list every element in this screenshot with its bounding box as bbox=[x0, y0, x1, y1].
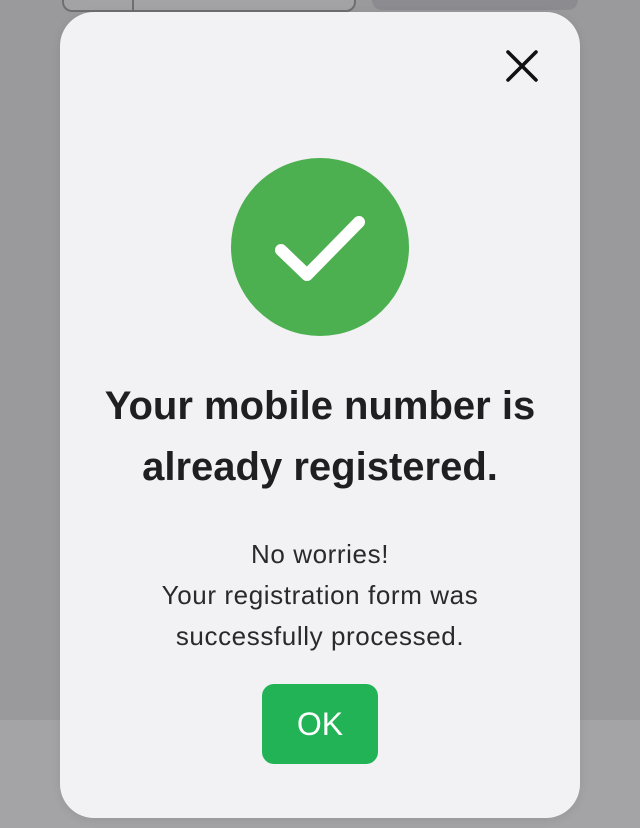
dialog-message: No worries! Your registration form was s… bbox=[80, 534, 560, 657]
success-badge bbox=[231, 158, 409, 336]
close-button[interactable] bbox=[504, 48, 540, 84]
message-line-2: Your registration form was bbox=[161, 580, 479, 610]
ok-button[interactable]: OK bbox=[262, 684, 378, 764]
mobile-number-field bbox=[132, 0, 356, 12]
message-line-1: No worries! bbox=[250, 539, 390, 569]
checkmark-icon bbox=[275, 216, 365, 281]
background-submit-button bbox=[372, 0, 578, 10]
close-icon bbox=[506, 50, 538, 82]
dialog-title: Your mobile number is already registered… bbox=[80, 376, 560, 498]
dialog-title-line-2: already registered. bbox=[142, 445, 498, 489]
message-line-3: successfully processed. bbox=[175, 621, 465, 651]
registration-status-dialog: Your mobile number is already registered… bbox=[60, 12, 580, 818]
country-code-field bbox=[62, 0, 134, 12]
dialog-title-line-1: Your mobile number is bbox=[104, 384, 536, 428]
